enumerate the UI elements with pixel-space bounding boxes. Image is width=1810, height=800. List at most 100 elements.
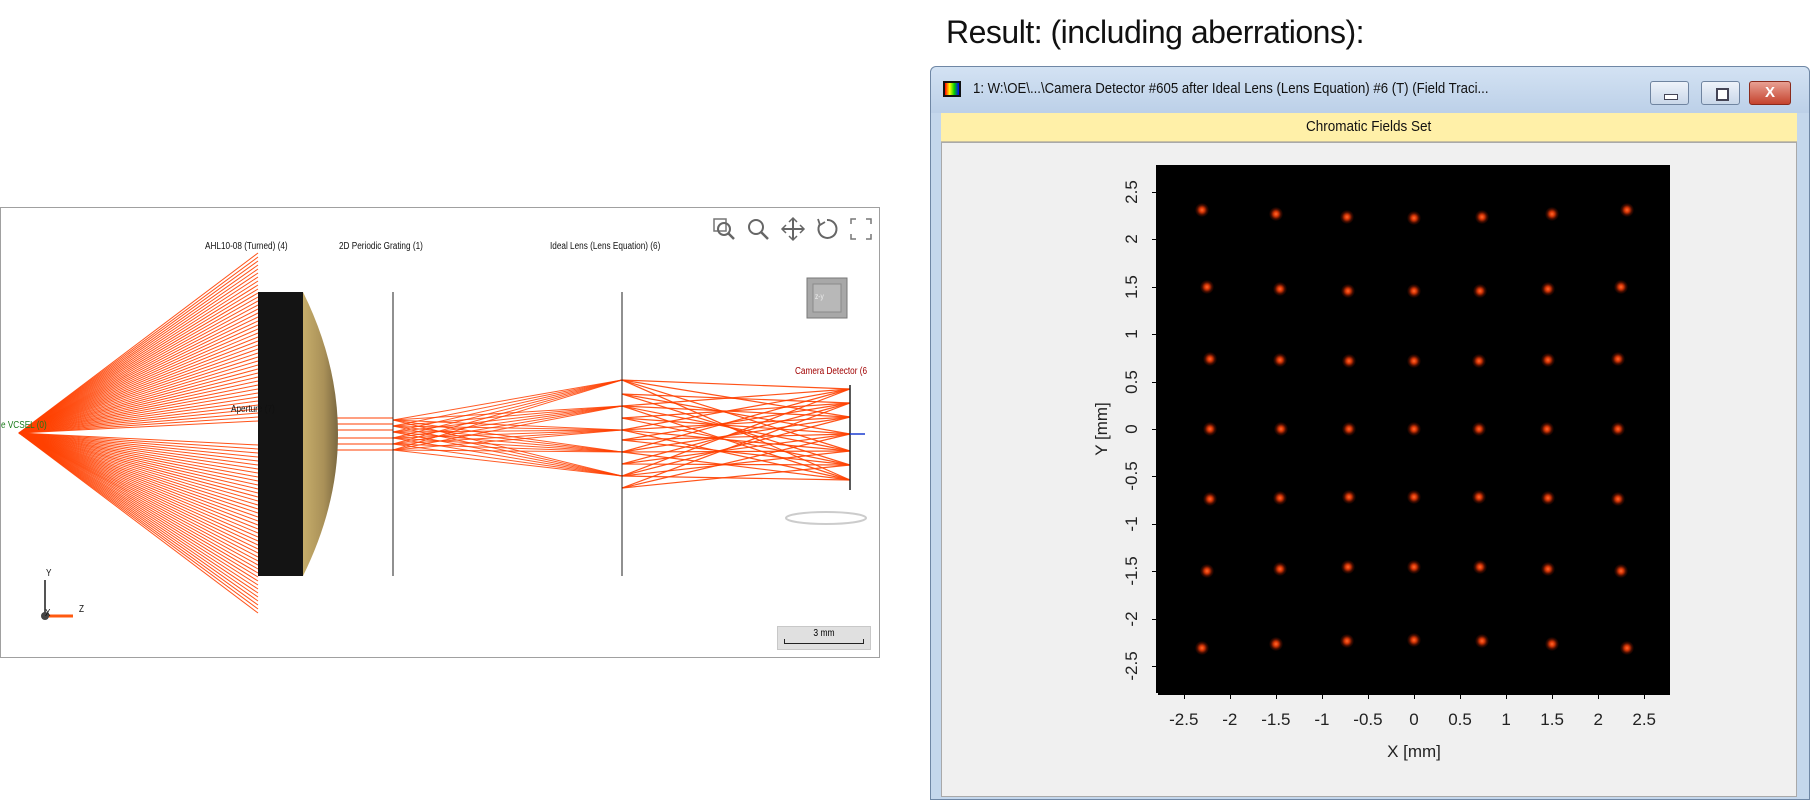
y-tick-label: -2.5 [1122,651,1141,682]
window-titlebar[interactable]: 1: W:\OE\...\Camera Detector #605 after … [931,67,1809,113]
grating-label: 2D Periodic Grating (1) [339,241,423,252]
x-tick-label: -1.5 [1261,710,1291,729]
zoom-window-button[interactable] [711,216,737,242]
focal-spot [1619,641,1634,656]
focal-spot [1472,353,1487,368]
zoom-button[interactable] [745,216,771,242]
detector-label: Camera Detector (6 [795,366,868,377]
focal-spot [1341,353,1356,368]
focal-spot [1203,422,1218,436]
source-label: e VCSEL (0) [1,420,47,431]
focal-spot [1539,422,1554,436]
system-3d-view[interactable]: z-y AHL10-08 (Turned) (4) 2D Periodic Gr… [0,207,880,658]
fit-view-icon [850,218,872,240]
pan-button[interactable] [780,216,806,242]
chromatic-fields-set-bar: Chromatic Fields Set [941,113,1797,142]
y-axis-label: Y [mm] [1092,402,1111,456]
focal-spot [1611,492,1626,507]
focal-spot [1540,352,1555,367]
focal-spot [1195,202,1210,217]
focal-spot [1272,282,1287,297]
pan-icon [780,216,806,242]
focal-spot [1475,633,1490,648]
x-tick-label: 1 [1501,710,1511,729]
focal-spot [1273,352,1288,367]
y-tick-label: 2.5 [1122,179,1141,204]
focal-spot [1341,490,1356,505]
x-axis-line [1158,693,1670,695]
fit-view-button[interactable] [848,216,874,242]
subtitle: Chromatic Fields Set [1306,118,1432,135]
axis-x-label: X [45,608,51,619]
x-tick-label: -1 [1314,710,1330,729]
focal-spot [1472,490,1487,505]
scale-bar-label: 3 mm [813,628,835,639]
close-icon: X [1764,84,1775,101]
aperture-label: Aperture (7) [231,404,275,415]
app-icon [943,81,961,97]
maximize-button[interactable] [1701,81,1740,105]
zoom-icon [748,219,769,240]
x-tick-label: 1.5 [1540,710,1564,729]
focal-spot [1199,279,1214,294]
focal-spot [1341,422,1356,436]
focal-spot [1614,564,1629,579]
rotate-icon [817,218,838,239]
focal-spot [1274,422,1289,436]
lens-label: AHL10-08 (Turned) (4) [205,241,288,252]
x-axis-label: X [mm] [1387,742,1441,761]
focal-spot [1473,559,1488,574]
aspheric-lens [303,292,338,576]
focal-spot [1268,207,1283,222]
focal-spot [1202,351,1217,366]
focal-spot [1199,564,1214,579]
focal-spot [1202,492,1217,507]
focal-spot [1541,282,1556,297]
focal-spot [1407,284,1421,299]
focal-spot [1614,279,1629,294]
focal-spot [1339,210,1354,225]
focal-spot [1407,211,1421,226]
focal-spot [1340,559,1355,574]
axis-y-label: Y [46,568,52,579]
y-tick-label: -1.5 [1122,556,1141,587]
y-tick-label: -0.5 [1122,461,1141,492]
close-button[interactable]: X [1749,81,1791,105]
window-title: 1: W:\OE\...\Camera Detector #605 after … [973,80,1489,97]
focal-spot [1545,636,1560,651]
x-tick-label: 0.5 [1448,710,1472,729]
scale-bar: 3 mm [777,626,871,650]
x-tick-label: 2.5 [1632,710,1657,729]
detector-plot-area[interactable] [1158,165,1670,693]
y-tick-label: 0 [1122,424,1141,434]
focal-spot [1407,422,1421,436]
y-axis-line [1156,165,1158,693]
y-tick-label: -1 [1122,516,1141,532]
y-tick-label: 2 [1122,234,1141,244]
focal-spot [1473,284,1488,299]
minimize-button[interactable] [1650,81,1689,105]
focal-spot [1545,207,1560,222]
ideal-lens-label: Ideal Lens (Lens Equation) (6) [550,241,661,252]
y-tick-label: 1.5 [1122,274,1141,299]
focal-spot [1407,559,1421,574]
lens-mount-block [258,292,303,576]
x-tick-label: 2 [1593,710,1603,729]
y-tick-label: 0.5 [1122,369,1141,394]
focal-spot [1268,636,1283,651]
x-tick-label: -0.5 [1353,710,1383,729]
focal-spot [1340,284,1355,299]
focal-spot [1475,210,1490,225]
view-cube-label: z-y [815,292,824,301]
axis-z-label: Z [79,604,85,615]
minimize-icon [1664,94,1678,100]
focal-spot [1273,491,1288,506]
x-tick-label: -2 [1222,710,1238,729]
x-tick-label: 0 [1409,710,1419,729]
rays [18,252,851,614]
focal-spot [1272,561,1287,576]
focal-spot [1339,633,1354,648]
y-tick-label: 1 [1122,329,1141,339]
y-tick-label: -2 [1122,611,1141,627]
rotate-button[interactable] [814,216,840,242]
